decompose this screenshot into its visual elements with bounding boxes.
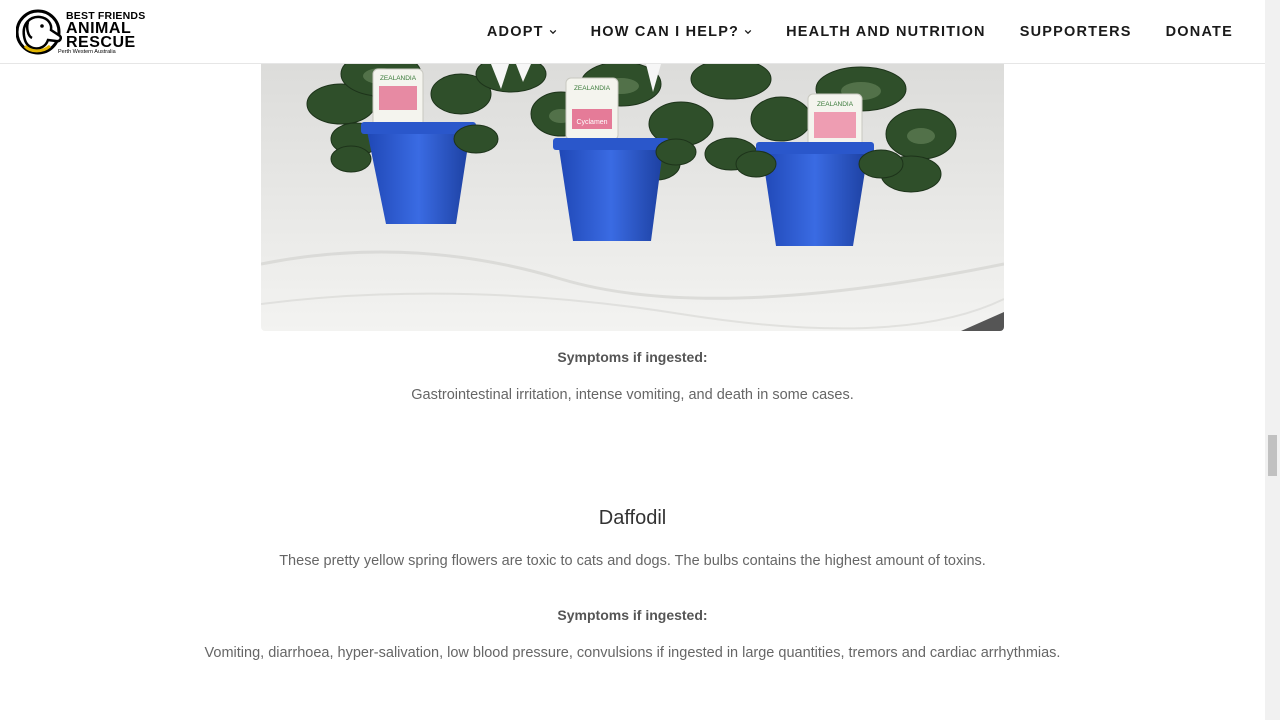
chevron-down-icon <box>744 29 752 34</box>
pot-tag-text: ZEALANDIA <box>380 75 417 82</box>
nav-item-health-and-nutrition[interactable]: HEALTH AND NUTRITION <box>786 24 986 40</box>
nav-item-label: HEALTH AND NUTRITION <box>786 23 986 40</box>
nav-item-label: DONATE <box>1165 23 1233 40</box>
nav-item-how-can-i-help[interactable]: HOW CAN I HELP? <box>591 24 753 40</box>
daffodil-symptoms-label: Symptoms if ingested: <box>557 607 708 623</box>
logo-text-location: Perth Western Australia <box>58 49 116 55</box>
main-nav: ADOPT HOW CAN I HELP? HEALTH AND NUTRITI… <box>453 0 1233 63</box>
nav-item-donate[interactable]: DONATE <box>1166 24 1233 40</box>
nav-item-label: SUPPORTERS <box>1019 23 1132 40</box>
daffodil-heading: Daffodil <box>598 507 667 529</box>
site-header: BEST FRIENDS ANIMAL RESCUE Perth Western… <box>0 0 1265 64</box>
daffodil-description: These pretty yellow spring flowers are t… <box>279 553 986 569</box>
nav-item-supporters[interactable]: SUPPORTERS <box>1020 24 1132 40</box>
cyclamen-symptoms-label: Symptoms if ingested: <box>557 349 708 365</box>
cyclamen-symptoms-text: Gastrointestinal irritation, intense vom… <box>411 387 854 403</box>
page-scrollbar[interactable] <box>1265 0 1280 720</box>
plant-label-text: Cyclamen <box>576 119 607 126</box>
pot-tag-text: ZEALANDIA <box>574 85 611 92</box>
scrollbar-thumb[interactable] <box>1268 435 1277 476</box>
site-logo[interactable]: BEST FRIENDS ANIMAL RESCUE Perth Western… <box>16 8 146 56</box>
cyclamen-photo: ZEALANDIA ZEALANDIA Cyclamen ZEALANDIA <box>261 64 1004 331</box>
nav-item-label: ADOPT <box>486 23 544 40</box>
nav-item-adopt[interactable]: ADOPT <box>487 24 557 40</box>
chevron-down-icon <box>549 29 556 34</box>
nav-item-label: HOW CAN I HELP? <box>590 23 740 40</box>
cyclamen-pots-image: ZEALANDIA ZEALANDIA Cyclamen ZEALANDIA <box>261 64 1004 331</box>
pot-tag-text: ZEALANDIA <box>817 101 854 108</box>
daffodil-symptoms-text: Vomiting, diarrhoea, hyper-salivation, l… <box>204 645 1061 661</box>
dog-logo-icon <box>16 9 63 55</box>
